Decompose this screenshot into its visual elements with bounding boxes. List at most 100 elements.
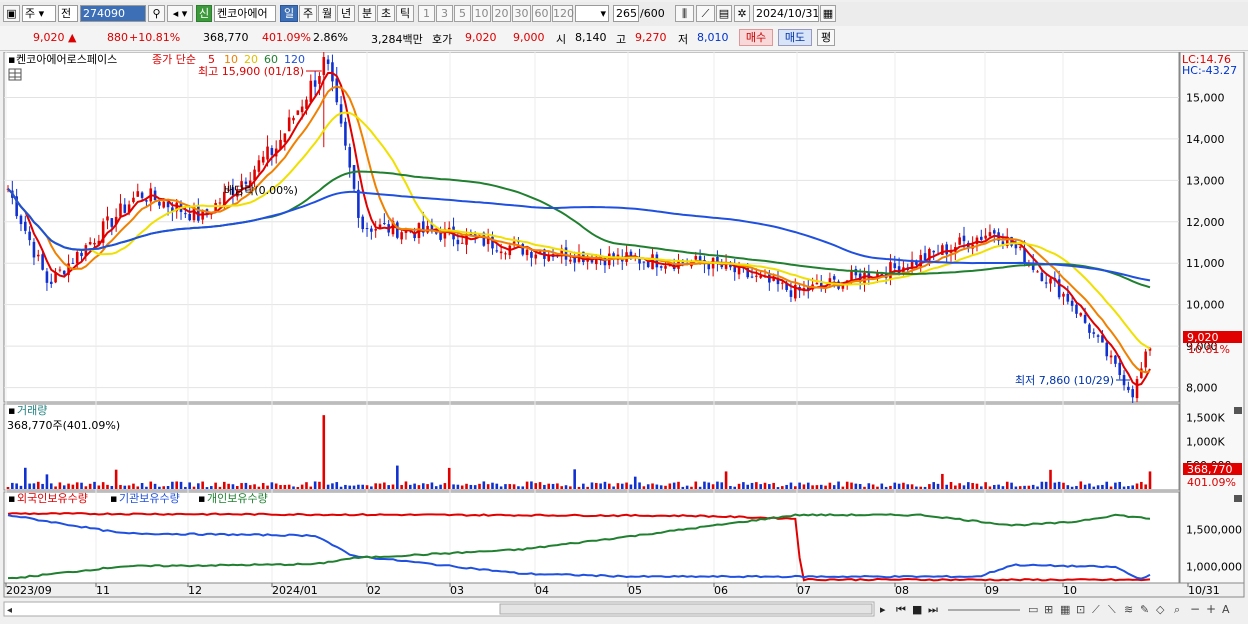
- volume-bar: [646, 484, 650, 489]
- zoom-in-icon[interactable]: +: [1206, 602, 1216, 616]
- volume-bar: [222, 481, 226, 489]
- speaker-icon[interactable]: ◂ ▾: [167, 5, 193, 22]
- candle-body: [383, 223, 386, 225]
- volume-bar: [737, 483, 741, 489]
- period-second[interactable]: 초: [377, 5, 395, 22]
- trend-tool-icon[interactable]: ⟍: [1108, 603, 1116, 616]
- scrollbar-thumb[interactable]: [499, 603, 873, 615]
- volume-bar: [227, 483, 230, 489]
- volume-bar: [789, 482, 793, 489]
- period-select[interactable]: 주 ▾: [22, 5, 56, 22]
- interval-60[interactable]: 60: [532, 5, 551, 22]
- period-day[interactable]: 일: [280, 5, 298, 22]
- volume-bar: [711, 484, 715, 489]
- volume-bar: [197, 483, 200, 489]
- candle-body: [309, 80, 313, 103]
- volume-bar: [625, 482, 628, 489]
- candle-body: [331, 62, 334, 82]
- volume-menu-icon[interactable]: ▪: [8, 404, 15, 417]
- indiv-menu-icon[interactable]: ▪: [198, 492, 205, 505]
- gear-icon[interactable]: ✲: [734, 5, 750, 22]
- grid-icon[interactable]: ▦: [1060, 603, 1070, 616]
- zoom-out-icon[interactable]: −: [1190, 602, 1200, 616]
- price-tick-label: 14,000: [1186, 133, 1225, 146]
- period-month[interactable]: 월: [318, 5, 336, 22]
- hoga-label: 호가: [432, 33, 453, 46]
- period-minute[interactable]: 분: [358, 5, 376, 22]
- interval-1[interactable]: 1: [418, 5, 435, 22]
- volume-bar: [465, 483, 468, 489]
- pen-tool-icon[interactable]: ✎: [1140, 603, 1149, 616]
- volume-bar: [257, 486, 261, 489]
- line-tool-icon[interactable]: ⟋: [1092, 603, 1100, 616]
- rewind-icon[interactable]: ⏮: [896, 603, 906, 616]
- inst-menu-icon[interactable]: ▪: [110, 492, 117, 505]
- scroll-left-icon[interactable]: ◂: [7, 605, 12, 616]
- period-week[interactable]: 주: [299, 5, 317, 22]
- candle-icon[interactable]: ⫼: [675, 5, 694, 22]
- volume-bar: [642, 486, 646, 489]
- volume-bar: [1075, 485, 1078, 489]
- split-icon[interactable]: ⊞: [1044, 603, 1053, 616]
- shape-tool-icon[interactable]: ◇: [1156, 603, 1165, 616]
- count-input[interactable]: 265: [613, 5, 639, 22]
- x-tick-label: 09: [985, 584, 999, 597]
- draw-icon[interactable]: ⟋: [696, 5, 715, 22]
- volume-bar: [508, 484, 512, 489]
- candle-body: [815, 282, 819, 285]
- forward-icon[interactable]: ⏭: [928, 603, 938, 616]
- volume-bar: [547, 483, 551, 489]
- volume-bar: [793, 486, 797, 489]
- font-size-icon[interactable]: A: [1222, 603, 1230, 616]
- chart-svg[interactable]: 15,00014,00013,00012,00011,00010,0009,00…: [0, 47, 1248, 621]
- volume-bar: [62, 485, 66, 489]
- date-input[interactable]: 2024/10/31: [753, 5, 819, 22]
- layout-icon[interactable]: ▭: [1028, 603, 1038, 616]
- period-tick[interactable]: 틱: [396, 5, 414, 22]
- interval-10[interactable]: 10: [472, 5, 491, 22]
- candle-body: [733, 267, 737, 273]
- buy-button[interactable]: 매수: [739, 29, 773, 46]
- x-tick-label: 10/31: [1188, 584, 1220, 597]
- pyeong-button[interactable]: 평: [817, 29, 835, 46]
- volume-bar: [1040, 481, 1044, 489]
- calendar-icon[interactable]: ▦: [820, 5, 836, 22]
- search-icon[interactable]: ⚲: [148, 5, 165, 22]
- fib-tool-icon[interactable]: ≋: [1124, 603, 1133, 616]
- candle-body: [854, 269, 858, 276]
- interval-3[interactable]: 3: [436, 5, 453, 22]
- scroll-right-icon[interactable]: ▸: [880, 603, 886, 616]
- holding-menu-icon[interactable]: ▪: [8, 492, 15, 505]
- volume-bar: [1096, 485, 1100, 489]
- window-icon[interactable]: ▣: [3, 5, 20, 22]
- chart-tool-icon[interactable]: ⊡: [1076, 603, 1085, 616]
- interval-120[interactable]: 120: [552, 5, 574, 22]
- volume-close-icon[interactable]: [1234, 407, 1242, 414]
- holding-close-icon[interactable]: [1234, 495, 1242, 502]
- volume-bar: [884, 486, 888, 489]
- zoom-icon[interactable]: ⌕: [1174, 603, 1180, 616]
- candle-body: [1144, 351, 1147, 368]
- panel-menu-icon[interactable]: ▪: [8, 53, 15, 66]
- sell-button[interactable]: 매도: [778, 29, 812, 46]
- custom-interval-select[interactable]: ▾: [575, 5, 609, 22]
- candle-body: [750, 276, 754, 278]
- candle-body: [296, 110, 300, 115]
- candle-body: [261, 156, 265, 163]
- candle-body: [629, 251, 633, 256]
- volume-bar: [607, 483, 611, 489]
- volume-bar: [266, 485, 269, 489]
- volume-bar: [1001, 486, 1005, 489]
- volume-bar: [45, 474, 49, 489]
- interval-5[interactable]: 5: [454, 5, 471, 22]
- volume-bar: [923, 486, 927, 489]
- stock-code-input[interactable]: 274090: [80, 5, 146, 22]
- stop-icon[interactable]: ■: [912, 603, 922, 616]
- interval-20[interactable]: 20: [492, 5, 511, 22]
- jeon-button[interactable]: 전: [58, 5, 78, 22]
- volume-bar: [28, 483, 31, 489]
- save-icon[interactable]: ▤: [716, 5, 732, 22]
- period-year[interactable]: 년: [337, 5, 355, 22]
- volume-bar: [24, 467, 27, 489]
- interval-30[interactable]: 30: [512, 5, 531, 22]
